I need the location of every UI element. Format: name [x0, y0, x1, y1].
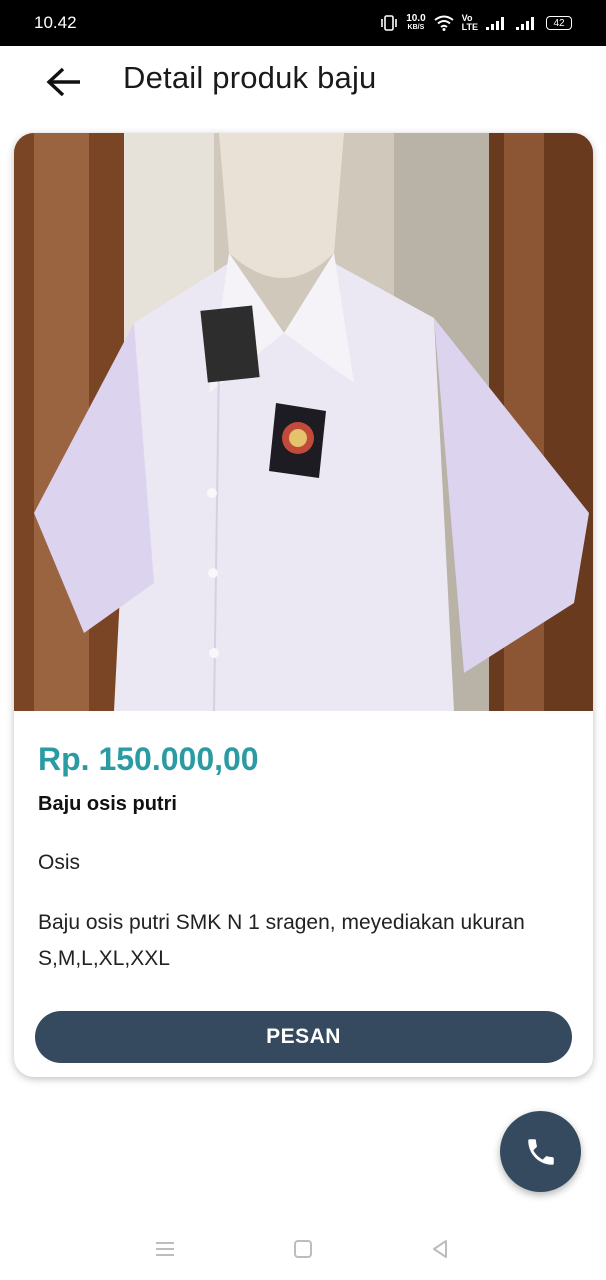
- menu-icon: [156, 1242, 174, 1256]
- back-button[interactable]: [40, 62, 88, 102]
- triangle-back-icon: [433, 1240, 447, 1258]
- volte-icon: Vo LTE: [462, 14, 478, 32]
- system-nav-bar: [0, 1218, 606, 1280]
- product-description: Baju osis putri SMK N 1 sragen, meyediak…: [38, 911, 525, 970]
- status-time: 10.42: [34, 13, 77, 32]
- product-photo: [14, 133, 593, 712]
- system-back-button[interactable]: [425, 1236, 455, 1262]
- product-name: Baju osis putri: [38, 793, 177, 815]
- network-speed: 10.0 KB/S: [406, 14, 425, 32]
- product-image: [14, 133, 593, 712]
- vibrate-icon: [380, 15, 398, 31]
- product-category: Osis: [38, 851, 80, 874]
- product-card: Rp. 150.000,00 Baju osis putri Osis Baju…: [14, 133, 593, 1077]
- phone-icon: [527, 1138, 554, 1165]
- menu-button[interactable]: [150, 1236, 180, 1262]
- volte-bottom: LTE: [461, 22, 478, 32]
- order-button[interactable]: PESAN: [35, 1011, 572, 1063]
- battery-level: 42: [553, 17, 565, 29]
- status-bar: 10.42 10.0 KB/S Vo LTE 42: [0, 0, 606, 46]
- app-bar: Detail produk baju: [0, 46, 606, 118]
- square-icon: [294, 1240, 312, 1258]
- product-price: Rp. 150.000,00: [38, 741, 259, 777]
- wifi-icon: [434, 15, 454, 31]
- network-speed-value: 10.0: [406, 13, 426, 24]
- signal-icon-2: [516, 16, 538, 30]
- signal-icon: [486, 16, 508, 30]
- page-title: Detail produk baju: [123, 60, 377, 95]
- call-fab-button[interactable]: [500, 1111, 581, 1192]
- battery-icon: 42: [546, 16, 572, 30]
- home-button[interactable]: [288, 1236, 318, 1262]
- arrow-left-icon: [46, 67, 80, 97]
- network-speed-unit: KB/S: [407, 24, 425, 31]
- status-icons: 10.0 KB/S Vo LTE 42: [380, 14, 572, 32]
